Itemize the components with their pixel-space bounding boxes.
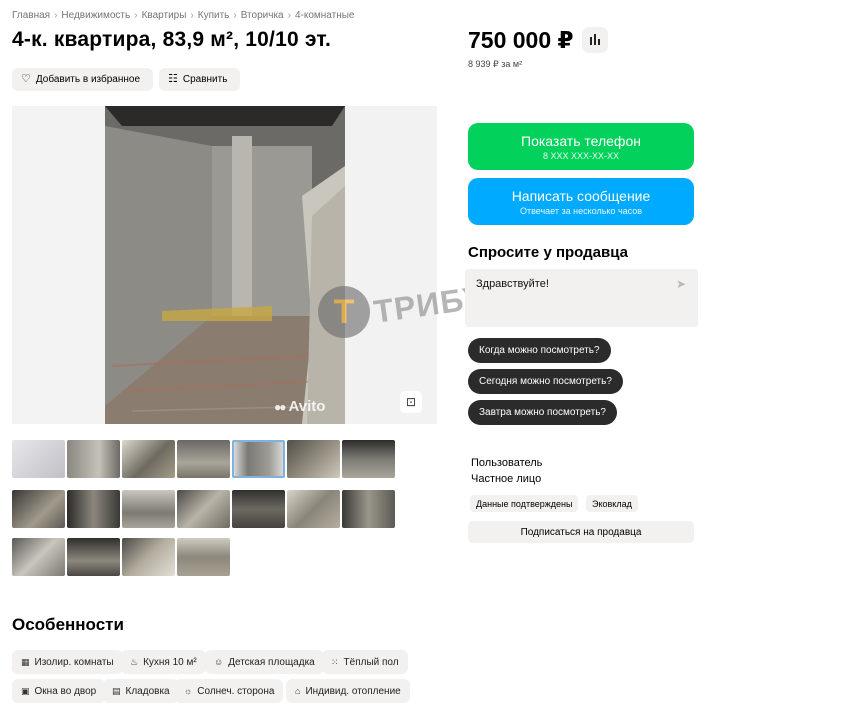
main-photo[interactable]: ●● Avito ⊡: [12, 106, 437, 424]
photo-thumbnail[interactable]: [67, 440, 120, 478]
heated-floor-icon: ⁙: [331, 656, 339, 667]
feature-label: Кладовка: [125, 685, 170, 697]
photo-thumbnail[interactable]: [287, 440, 340, 478]
phone-mask: 8 XXX XXX-XX-XX: [542, 150, 620, 161]
feature-chip: ☺ Детская площадка: [205, 650, 324, 674]
verified-badge: Данные подтверждены: [470, 495, 579, 512]
photo-thumbnail[interactable]: [67, 538, 120, 576]
photo-thumbnail-active[interactable]: [232, 440, 285, 478]
breadcrumb-separator: ›: [233, 10, 237, 21]
photo-thumbnail[interactable]: [122, 538, 175, 576]
photo-thumbnail[interactable]: [177, 490, 230, 528]
breadcrumb-separator: ›: [287, 10, 291, 21]
photo-thumbnail[interactable]: [177, 538, 230, 576]
feature-label: Индивид. отопление: [305, 685, 401, 697]
apartment-photo: [12, 106, 437, 424]
breadcrumb-separator: ›: [134, 10, 138, 21]
photo-thumbnail[interactable]: [177, 440, 230, 478]
response-time: Отвечает за несколько часов: [519, 205, 643, 216]
breadcrumb-4-rooms[interactable]: 4-комнатные: [295, 10, 355, 21]
storage-icon: ▤: [112, 685, 121, 696]
quick-question-button[interactable]: Сегодня можно посмотреть?: [468, 369, 623, 394]
grid-icon: ▦: [21, 656, 30, 667]
breadcrumb-separator: ›: [54, 10, 58, 21]
feature-label: Тёплый пол: [343, 656, 399, 668]
compare-icon: ☷: [168, 73, 178, 85]
photo-thumbnail[interactable]: [67, 490, 120, 528]
message-input[interactable]: Здравствуйте!: [465, 269, 698, 327]
photo-thumbnail[interactable]: [122, 490, 175, 528]
compare-label: Сравнить: [182, 74, 228, 85]
features-title: Особенности: [12, 615, 124, 634]
compare-button[interactable]: ☷ Сравнить: [159, 68, 240, 91]
feature-label: Детская площадка: [228, 656, 315, 668]
chef-hat-icon: ♨: [130, 656, 139, 667]
avito-dots-icon: ●●: [274, 399, 286, 414]
photo-thumbnail[interactable]: [12, 440, 65, 478]
photo-thumbnail[interactable]: [232, 490, 285, 528]
feature-label: Кухня 10 м²: [143, 656, 197, 668]
feature-label: Окна во двор: [34, 685, 97, 697]
playground-icon: ☺: [214, 657, 224, 667]
ask-seller-title: Спросите у продавца: [468, 244, 628, 261]
photo-thumbnail[interactable]: [12, 490, 65, 528]
feature-chip: ⌂ Индивид. отопление: [286, 679, 410, 703]
price: 750 000 ₽: [468, 27, 574, 53]
photo-thumbnail[interactable]: [342, 490, 395, 528]
breadcrumb-home[interactable]: Главная: [12, 10, 50, 21]
floor-plan-icon: ⊡: [405, 395, 417, 409]
breadcrumb: Главная › Недвижимость › Квартиры › Купить ›…: [12, 10, 354, 21]
heart-icon: ♡: [21, 73, 31, 85]
sun-icon: ☼: [184, 686, 193, 696]
quick-question-button[interactable]: Когда можно посмотреть?: [468, 338, 611, 363]
write-message-label: Написать сообщение: [511, 187, 651, 204]
feature-chip: ▦ Изолир. комнаты: [12, 650, 123, 674]
feature-chip: ♨ Кухня 10 м²: [121, 650, 206, 674]
quick-question-button[interactable]: Завтра можно посмотреть?: [468, 400, 617, 425]
add-to-favorites-button[interactable]: ♡ Добавить в избранное: [12, 68, 153, 91]
window-icon: ▣: [21, 685, 30, 696]
show-phone-button[interactable]: Показать телефон 8 XXX XXX-XX-XX: [468, 123, 694, 170]
bar-chart-icon: [598, 39, 600, 45]
feature-label: Солнеч. сторона: [197, 685, 275, 697]
bar-chart-icon: [590, 37, 592, 45]
write-message-button[interactable]: Написать сообщение Отвечает за несколько…: [468, 178, 694, 225]
feature-chip: ☼ Солнеч. сторона: [175, 679, 284, 703]
seller-type: Частное лицо: [471, 473, 542, 485]
floor-plan-button[interactable]: ⊡: [400, 391, 422, 413]
photo-thumbnail[interactable]: [12, 538, 65, 576]
show-phone-label: Показать телефон: [521, 132, 641, 149]
tribun-logo-icon: Т: [318, 286, 370, 338]
breadcrumb-apartments[interactable]: Квартиры: [142, 10, 187, 21]
subscribe-seller-button[interactable]: Подписаться на продавца: [468, 521, 694, 543]
ecodeposit-badge[interactable]: Эковклад: [586, 495, 638, 512]
bar-chart-icon: [594, 34, 596, 45]
send-icon[interactable]: ➤: [676, 277, 686, 291]
add-to-favorites-label: Добавить в избранное: [35, 74, 141, 85]
seller-name[interactable]: Пользователь: [471, 457, 542, 469]
avito-logo-text: Avito: [288, 398, 326, 415]
breadcrumb-buy[interactable]: Купить: [198, 10, 230, 21]
photo-thumbnail[interactable]: [122, 440, 175, 478]
photo-thumbnail[interactable]: [342, 440, 395, 478]
heating-icon: ⌂: [295, 686, 301, 696]
price-history-button[interactable]: [582, 27, 608, 53]
avito-logo: ●● Avito: [274, 398, 325, 415]
page-title: 4-к. квартира, 83,9 м², 10/10 эт.: [12, 28, 332, 51]
breadcrumb-separator: ›: [190, 10, 194, 21]
feature-label: Изолир. комнаты: [34, 656, 114, 668]
breadcrumb-secondary[interactable]: Вторичка: [241, 10, 284, 21]
photo-thumbnail[interactable]: [287, 490, 340, 528]
feature-chip: ▤ Кладовка: [103, 679, 179, 703]
feature-chip: ▣ Окна во двор: [12, 679, 106, 703]
feature-chip: ⁙ Тёплый пол: [322, 650, 408, 674]
breadcrumb-real-estate[interactable]: Недвижимость: [61, 10, 130, 21]
price-per-meter: 8 939 ₽ за м²: [468, 59, 523, 69]
